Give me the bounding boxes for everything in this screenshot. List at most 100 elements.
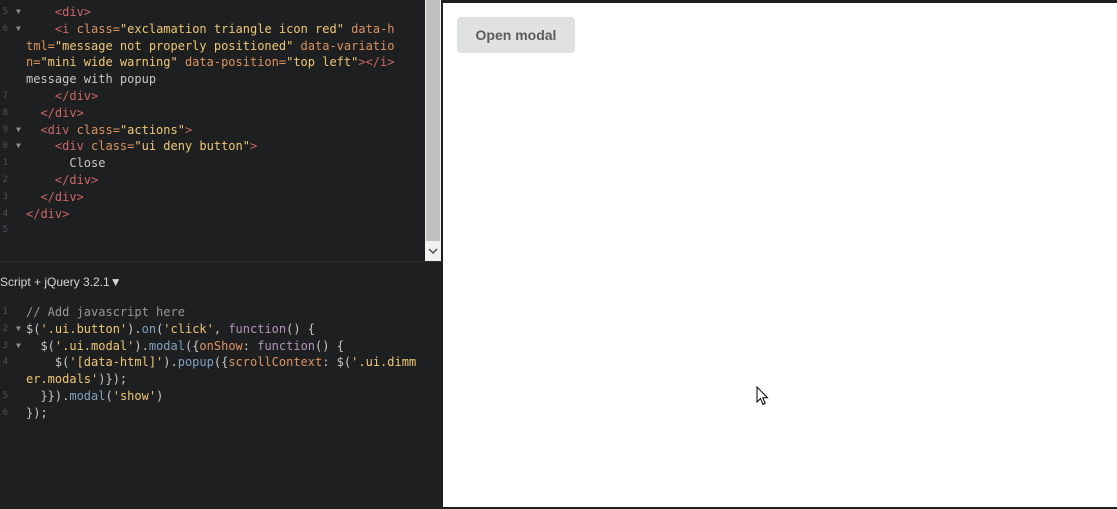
- fold-arrow-icon[interactable]: ▼: [16, 341, 21, 350]
- js-code-line[interactable]: $('.ui.button').on('click', function() {: [26, 321, 416, 338]
- html-token: n=: [26, 55, 41, 70]
- html-token: "exclamation triangle icon red": [119, 21, 344, 36]
- js-token: ).: [163, 355, 178, 370]
- html-token: </div>: [26, 206, 70, 221]
- fold-arrow-icon[interactable]: ▼: [16, 125, 21, 134]
- html-code-line[interactable]: </div>: [26, 206, 395, 223]
- html-token: </div>: [40, 189, 84, 204]
- html-token: [26, 106, 40, 120]
- html-token: data-h: [343, 21, 395, 36]
- js-panel-label: Script + jQuery 3.2.1: [0, 275, 110, 289]
- html-code-line[interactable]: </div>: [26, 189, 395, 206]
- html-token: class=: [76, 122, 120, 137]
- html-line-number: [0, 71, 8, 88]
- html-line-number: [0, 54, 8, 71]
- js-token: ): [156, 388, 164, 403]
- html-line-number: 5: [2, 7, 8, 17]
- html-code-line[interactable]: <div>: [26, 4, 395, 21]
- html-token: <i: [54, 21, 77, 36]
- html-token: [26, 89, 55, 103]
- html-token: Close: [26, 156, 106, 171]
- html-line-number: 3: [2, 191, 8, 202]
- js-token: function: [228, 321, 287, 336]
- html-code-line[interactable]: </div>: [26, 172, 395, 189]
- html-token: </div>: [54, 172, 99, 187]
- html-token: class=: [91, 139, 135, 154]
- code-editor-panel: 56 789012345 ▼ ▼ ▼ ▼ <div> <i class="exclam…: [0, 0, 443, 509]
- js-panel-header[interactable]: Script + jQuery 3.2.1▼: [0, 275, 122, 289]
- html-token: [26, 123, 40, 137]
- js-code-line[interactable]: });: [26, 405, 416, 422]
- html-token: ></i>: [358, 55, 395, 70]
- fold-arrow-icon[interactable]: ▼: [16, 324, 21, 333]
- html-token: >: [249, 139, 258, 154]
- js-line-number: 1: [2, 307, 8, 317]
- scrollbar-thumb[interactable]: [426, 0, 440, 241]
- html-token: "message not properly positioned": [54, 38, 294, 53]
- js-code[interactable]: // Add javascript here $('.ui.button').on…: [26, 304, 416, 422]
- fold-arrow-icon[interactable]: ▼: [16, 7, 21, 16]
- html-token: [26, 173, 55, 187]
- js-line-number: 3: [2, 340, 8, 351]
- js-line-number: 4: [2, 357, 8, 368]
- chevron-down-icon[interactable]: ▼: [110, 275, 122, 289]
- js-code-line[interactable]: er.modals')});: [26, 371, 416, 388]
- html-code-line[interactable]: <i class="exclamation triangle icon red"…: [26, 21, 395, 38]
- js-token: er.modals': [26, 372, 99, 387]
- js-token: ).: [134, 338, 149, 353]
- mouse-cursor-icon: [756, 385, 769, 410]
- js-token: });: [26, 405, 48, 420]
- js-token: : $(: [322, 355, 352, 370]
- html-editor[interactable]: 56 789012345 ▼ ▼ ▼ ▼ <div> <i class="exclam…: [0, 0, 443, 261]
- html-token: [26, 190, 40, 204]
- html-line-numbers: 5 6 7 8 9 0 1 2 3 4 5: [0, 4, 8, 239]
- html-editor-scrollbar[interactable]: [425, 0, 441, 261]
- html-code[interactable]: <div> <i class="exclamation triangle ico…: [26, 4, 395, 239]
- js-token: ).: [127, 321, 142, 336]
- html-code-line[interactable]: Close: [26, 155, 395, 172]
- html-token: "top left": [286, 55, 359, 70]
- js-token: modal: [69, 388, 106, 403]
- js-code-line[interactable]: $('.ui.modal').modal({onShow: function()…: [26, 338, 416, 355]
- js-token: on: [141, 321, 157, 336]
- js-token: 'show': [112, 388, 157, 403]
- html-line-number: 8: [2, 107, 8, 118]
- html-token: </div>: [40, 105, 84, 120]
- html-token: data-variatio: [293, 38, 395, 53]
- html-code-line[interactable]: tml="message not properly positioned" da…: [26, 38, 395, 55]
- panel-divider[interactable]: [0, 261, 443, 262]
- html-token: <div: [40, 122, 77, 137]
- html-code-line[interactable]: n="mini wide warning" data-position="top…: [26, 54, 395, 71]
- html-line-number: 5: [2, 225, 8, 236]
- preview-panel: Open modal: [443, 0, 1117, 509]
- html-code-line[interactable]: <div class="ui deny button">: [26, 138, 395, 155]
- js-code-line[interactable]: }}).modal('show'): [26, 388, 416, 405]
- open-modal-button[interactable]: Open modal: [457, 17, 575, 53]
- fold-arrow-icon[interactable]: ▼: [16, 141, 21, 150]
- js-line-number: 5: [2, 390, 8, 401]
- html-line-number: 7: [2, 90, 8, 101]
- js-code-line[interactable]: $('[data-html]').popup({scrollContext: $…: [26, 354, 416, 371]
- html-token: [26, 5, 55, 19]
- html-token: tml=: [26, 38, 55, 53]
- html-token: </div>: [54, 88, 99, 103]
- scroll-down-arrow-icon[interactable]: [425, 243, 441, 261]
- js-token: onShow: [199, 338, 243, 353]
- js-code-line[interactable]: // Add javascript here: [26, 304, 416, 321]
- html-line-number: 4: [2, 208, 8, 219]
- js-token: )});: [98, 372, 128, 387]
- html-code-line[interactable]: <div class="actions">: [26, 122, 395, 139]
- js-token: '.ui.modal': [54, 338, 135, 353]
- html-code-line[interactable]: </div>: [26, 105, 395, 122]
- js-editor[interactable]: 1234 56 ▼ ▼ // Add javascript here $('.ui.…: [0, 300, 443, 509]
- html-code-line[interactable]: message with popup: [26, 71, 395, 88]
- fold-arrow-icon[interactable]: ▼: [16, 24, 21, 33]
- js-token: $(: [26, 321, 41, 336]
- html-line-number: 9: [2, 124, 8, 135]
- html-code-line[interactable]: </div>: [26, 88, 395, 105]
- html-code-line[interactable]: [26, 222, 395, 239]
- html-token: >: [184, 122, 193, 137]
- html-token: data-position=: [177, 55, 287, 70]
- js-token: function: [257, 338, 316, 353]
- js-token: 'click': [163, 321, 214, 336]
